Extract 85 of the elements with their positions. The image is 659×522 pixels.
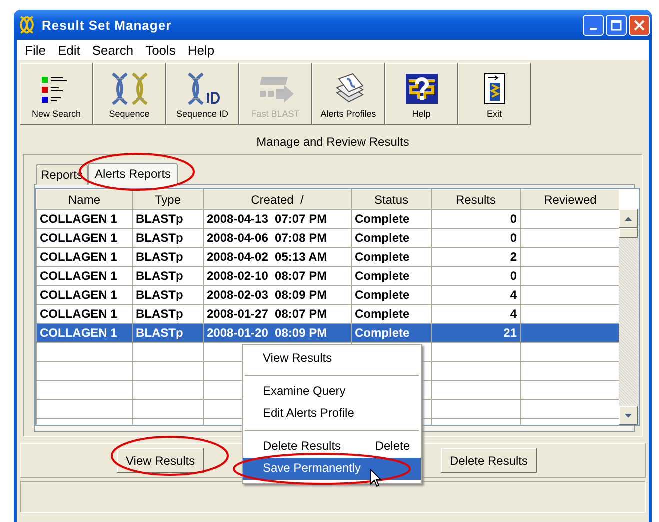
toolbar-button[interactable]: New Search <box>20 63 93 125</box>
table-cell: COLLAGEN 1 <box>40 288 118 302</box>
table-cell: 2008-01-27 08:07 PM <box>207 307 328 321</box>
table-cell: COLLAGEN 1 <box>40 250 118 264</box>
menu-item[interactable]: Help <box>182 42 221 58</box>
toolbar-button[interactable]: Exit <box>458 63 531 125</box>
table-cell: 4 <box>510 307 517 321</box>
table-row[interactable]: COLLAGEN 1 BLASTp 2008-04-02 05:13 AM Complete 2 <box>36 248 620 266</box>
menu-item[interactable]: File <box>19 42 52 58</box>
toolbar-button[interactable]: Sequence ID <box>166 63 239 125</box>
action-button[interactable]: View Results <box>117 448 204 473</box>
minimize-icon <box>590 28 597 30</box>
scroll-up-button[interactable] <box>619 209 638 228</box>
table-row[interactable]: COLLAGEN 1 BLASTp 2008-04-13 07:07 PM Complete 0 <box>36 210 620 228</box>
column-header[interactable]: Type <box>132 190 204 210</box>
table-cell: 2 <box>510 250 517 264</box>
table-cell: COLLAGEN 1 <box>40 269 118 283</box>
exit-door-icon <box>482 73 506 105</box>
section-heading: Manage and Review Results <box>256 135 410 149</box>
table-cell: 2008-02-10 08:07 PM <box>207 269 328 283</box>
toolbar-button[interactable]: Alerts Profiles <box>312 63 385 125</box>
menu-item[interactable]: Examine Query <box>243 381 421 403</box>
maximize-icon <box>611 20 622 30</box>
menu-item[interactable]: Tools <box>140 42 182 58</box>
menu-item[interactable]: View Results <box>243 348 421 370</box>
table-row[interactable]: COLLAGEN 1 BLASTp 2008-04-06 07:08 PM Complete 0 <box>36 228 620 248</box>
table-cell: 2008-04-02 05:13 AM <box>207 250 328 264</box>
column-header[interactable]: Status <box>352 190 432 210</box>
menu-item[interactable]: Edit Alerts Profile <box>243 403 421 425</box>
table-cell: COLLAGEN 1 <box>40 326 118 340</box>
scroll-thumb[interactable] <box>619 228 638 238</box>
table-cell: 4 <box>510 288 517 302</box>
scroll-down-button[interactable] <box>619 406 638 425</box>
scrollbar[interactable] <box>619 209 639 425</box>
table-cell: 21 <box>504 326 517 340</box>
column-header[interactable]: Created / <box>204 190 352 210</box>
tab[interactable]: Alerts Reports <box>88 163 178 185</box>
column-header[interactable]: Name <box>36 190 132 210</box>
minimize-button[interactable] <box>583 14 604 36</box>
table-cell: BLASTp <box>136 326 184 340</box>
table-cell: BLASTp <box>136 250 184 264</box>
column-header[interactable]: Results <box>432 190 520 210</box>
menu-item[interactable]: Search <box>86 42 140 58</box>
close-icon <box>634 20 645 30</box>
table-cell: Complete <box>355 269 410 283</box>
window-title: Result Set Manager <box>42 18 173 32</box>
action-button[interactable]: Delete Results <box>440 448 537 473</box>
table-cell: 0 <box>510 212 517 226</box>
table-cell: 2008-01-20 08:09 PM <box>207 326 328 340</box>
table-cell: 0 <box>510 231 517 245</box>
dna-helix-icon <box>110 73 150 105</box>
down-arrow-icon <box>625 414 632 418</box>
table-cell: BLASTp <box>136 212 184 226</box>
table-cell: 2008-04-13 07:07 PM <box>207 212 328 226</box>
table-cell: 2008-04-06 07:08 PM <box>207 231 328 245</box>
menu-item[interactable]: Delete Results Delete <box>243 436 421 458</box>
table-cell: Complete <box>355 212 410 226</box>
table-row[interactable]: COLLAGEN 1 BLASTp 2008-02-03 08:09 PM Complete 4 <box>36 286 620 304</box>
table-cell: Complete <box>355 288 410 302</box>
menu-item[interactable]: Save Permanently <box>243 458 421 480</box>
up-arrow-icon <box>625 216 632 220</box>
dna-helix-icon <box>186 73 220 105</box>
table-cell: BLASTp <box>136 269 184 283</box>
table-cell: 2008-02-03 08:09 PM <box>207 288 328 302</box>
menu-item[interactable]: Edit <box>52 42 86 58</box>
table-row[interactable]: COLLAGEN 1 BLASTp 2008-01-20 08:09 PM Complete 21 <box>36 324 620 342</box>
close-button[interactable] <box>629 14 650 36</box>
table-row[interactable]: COLLAGEN 1 BLASTp 2008-02-10 08:07 PM Complete 0 <box>36 266 620 286</box>
toolbar-button[interactable]: Help <box>385 63 458 125</box>
table-cell: Complete <box>355 307 410 321</box>
maximize-button[interactable] <box>606 14 627 36</box>
column-header[interactable]: Reviewed <box>520 190 620 210</box>
table-cell: BLASTp <box>136 307 184 321</box>
table-cell: 0 <box>510 269 517 283</box>
helix-icon <box>18 16 36 34</box>
help-icon <box>404 73 438 105</box>
table-cell: BLASTp <box>136 231 184 245</box>
table-cell: Complete <box>355 250 410 264</box>
table-cell: COLLAGEN 1 <box>40 307 118 321</box>
table-cell: Complete <box>355 326 410 340</box>
toolbar-button[interactable]: Sequence <box>93 63 166 125</box>
table-cell: Complete <box>355 231 410 245</box>
table-cell: COLLAGEN 1 <box>40 231 118 245</box>
table-cell: COLLAGEN 1 <box>40 212 118 226</box>
table-cell: BLASTp <box>136 288 184 302</box>
